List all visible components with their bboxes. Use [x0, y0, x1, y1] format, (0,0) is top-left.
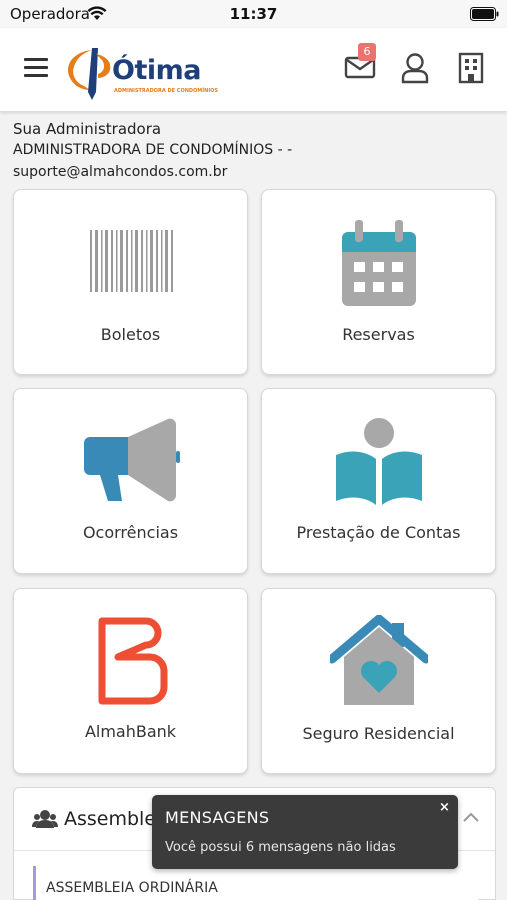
- toast-message: Você possui 6 mensagens não lidas: [165, 840, 396, 855]
- clock: 11:37: [229, 5, 278, 23]
- calendar-icon: [342, 220, 416, 306]
- tile-prestacao-de-contas[interactable]: Prestação de Contas: [261, 388, 496, 574]
- list-item-label: ASSEMBLEIA ORDINÁRIA: [46, 880, 218, 896]
- mail-badge: 6: [358, 43, 376, 61]
- toast-title: MENSAGENS: [165, 808, 270, 827]
- otima-logo: Ótima ADMINISTRADORA DE CONDOMÍNIOS: [62, 46, 218, 102]
- building-icon[interactable]: [457, 52, 485, 84]
- tile-boletos[interactable]: Boletos: [13, 189, 248, 375]
- tile-ocorrencias[interactable]: Ocorrências: [13, 388, 248, 574]
- logo-tagline: ADMINISTRADORA DE CONDOMÍNIOS: [114, 88, 219, 94]
- tile-label: Reservas: [342, 325, 415, 344]
- admin-title: Sua Administradora: [13, 120, 162, 138]
- tile-label: Boletos: [100, 325, 161, 344]
- barcode-icon: [90, 230, 173, 292]
- menu-icon[interactable]: [24, 58, 48, 78]
- list-item[interactable]: ASSEMBLEIA ORDINÁRIA: [33, 866, 478, 900]
- house-heart-icon: [330, 615, 428, 705]
- battery-icon: [470, 7, 499, 21]
- tile-seguro-residencial[interactable]: Seguro Residencial: [261, 588, 496, 774]
- chevron-up-icon[interactable]: [462, 811, 480, 823]
- admin-name: ADMINISTRADORA DE CONDOMÍNIOS - -: [13, 142, 293, 158]
- tile-label: Ocorrências: [82, 523, 179, 542]
- admin-email[interactable]: suporte@almahcondos.com.br: [13, 164, 227, 180]
- group-icon: [32, 810, 58, 828]
- megaphone-icon: [84, 418, 180, 502]
- tile-reservas[interactable]: Reservas: [261, 189, 496, 375]
- app-header: Ótima ADMINISTRADORA DE CONDOMÍNIOS 6: [0, 28, 507, 112]
- reader-book-icon: [336, 418, 422, 505]
- messages-toast[interactable]: MENSAGENS × Você possui 6 mensagens não …: [152, 795, 458, 869]
- close-icon[interactable]: ×: [439, 800, 450, 815]
- tile-label: Seguro Residencial: [302, 724, 455, 743]
- user-icon[interactable]: [400, 52, 430, 84]
- tile-label: AlmahBank: [84, 722, 177, 741]
- logo-brand-text: Ótima: [112, 55, 201, 86]
- tile-label: Prestação de Contas: [296, 523, 461, 542]
- tile-almahbank[interactable]: AlmahBank: [13, 588, 248, 774]
- almahbank-logo-icon: [98, 617, 168, 705]
- status-bar: Operadora 11:37: [0, 0, 507, 28]
